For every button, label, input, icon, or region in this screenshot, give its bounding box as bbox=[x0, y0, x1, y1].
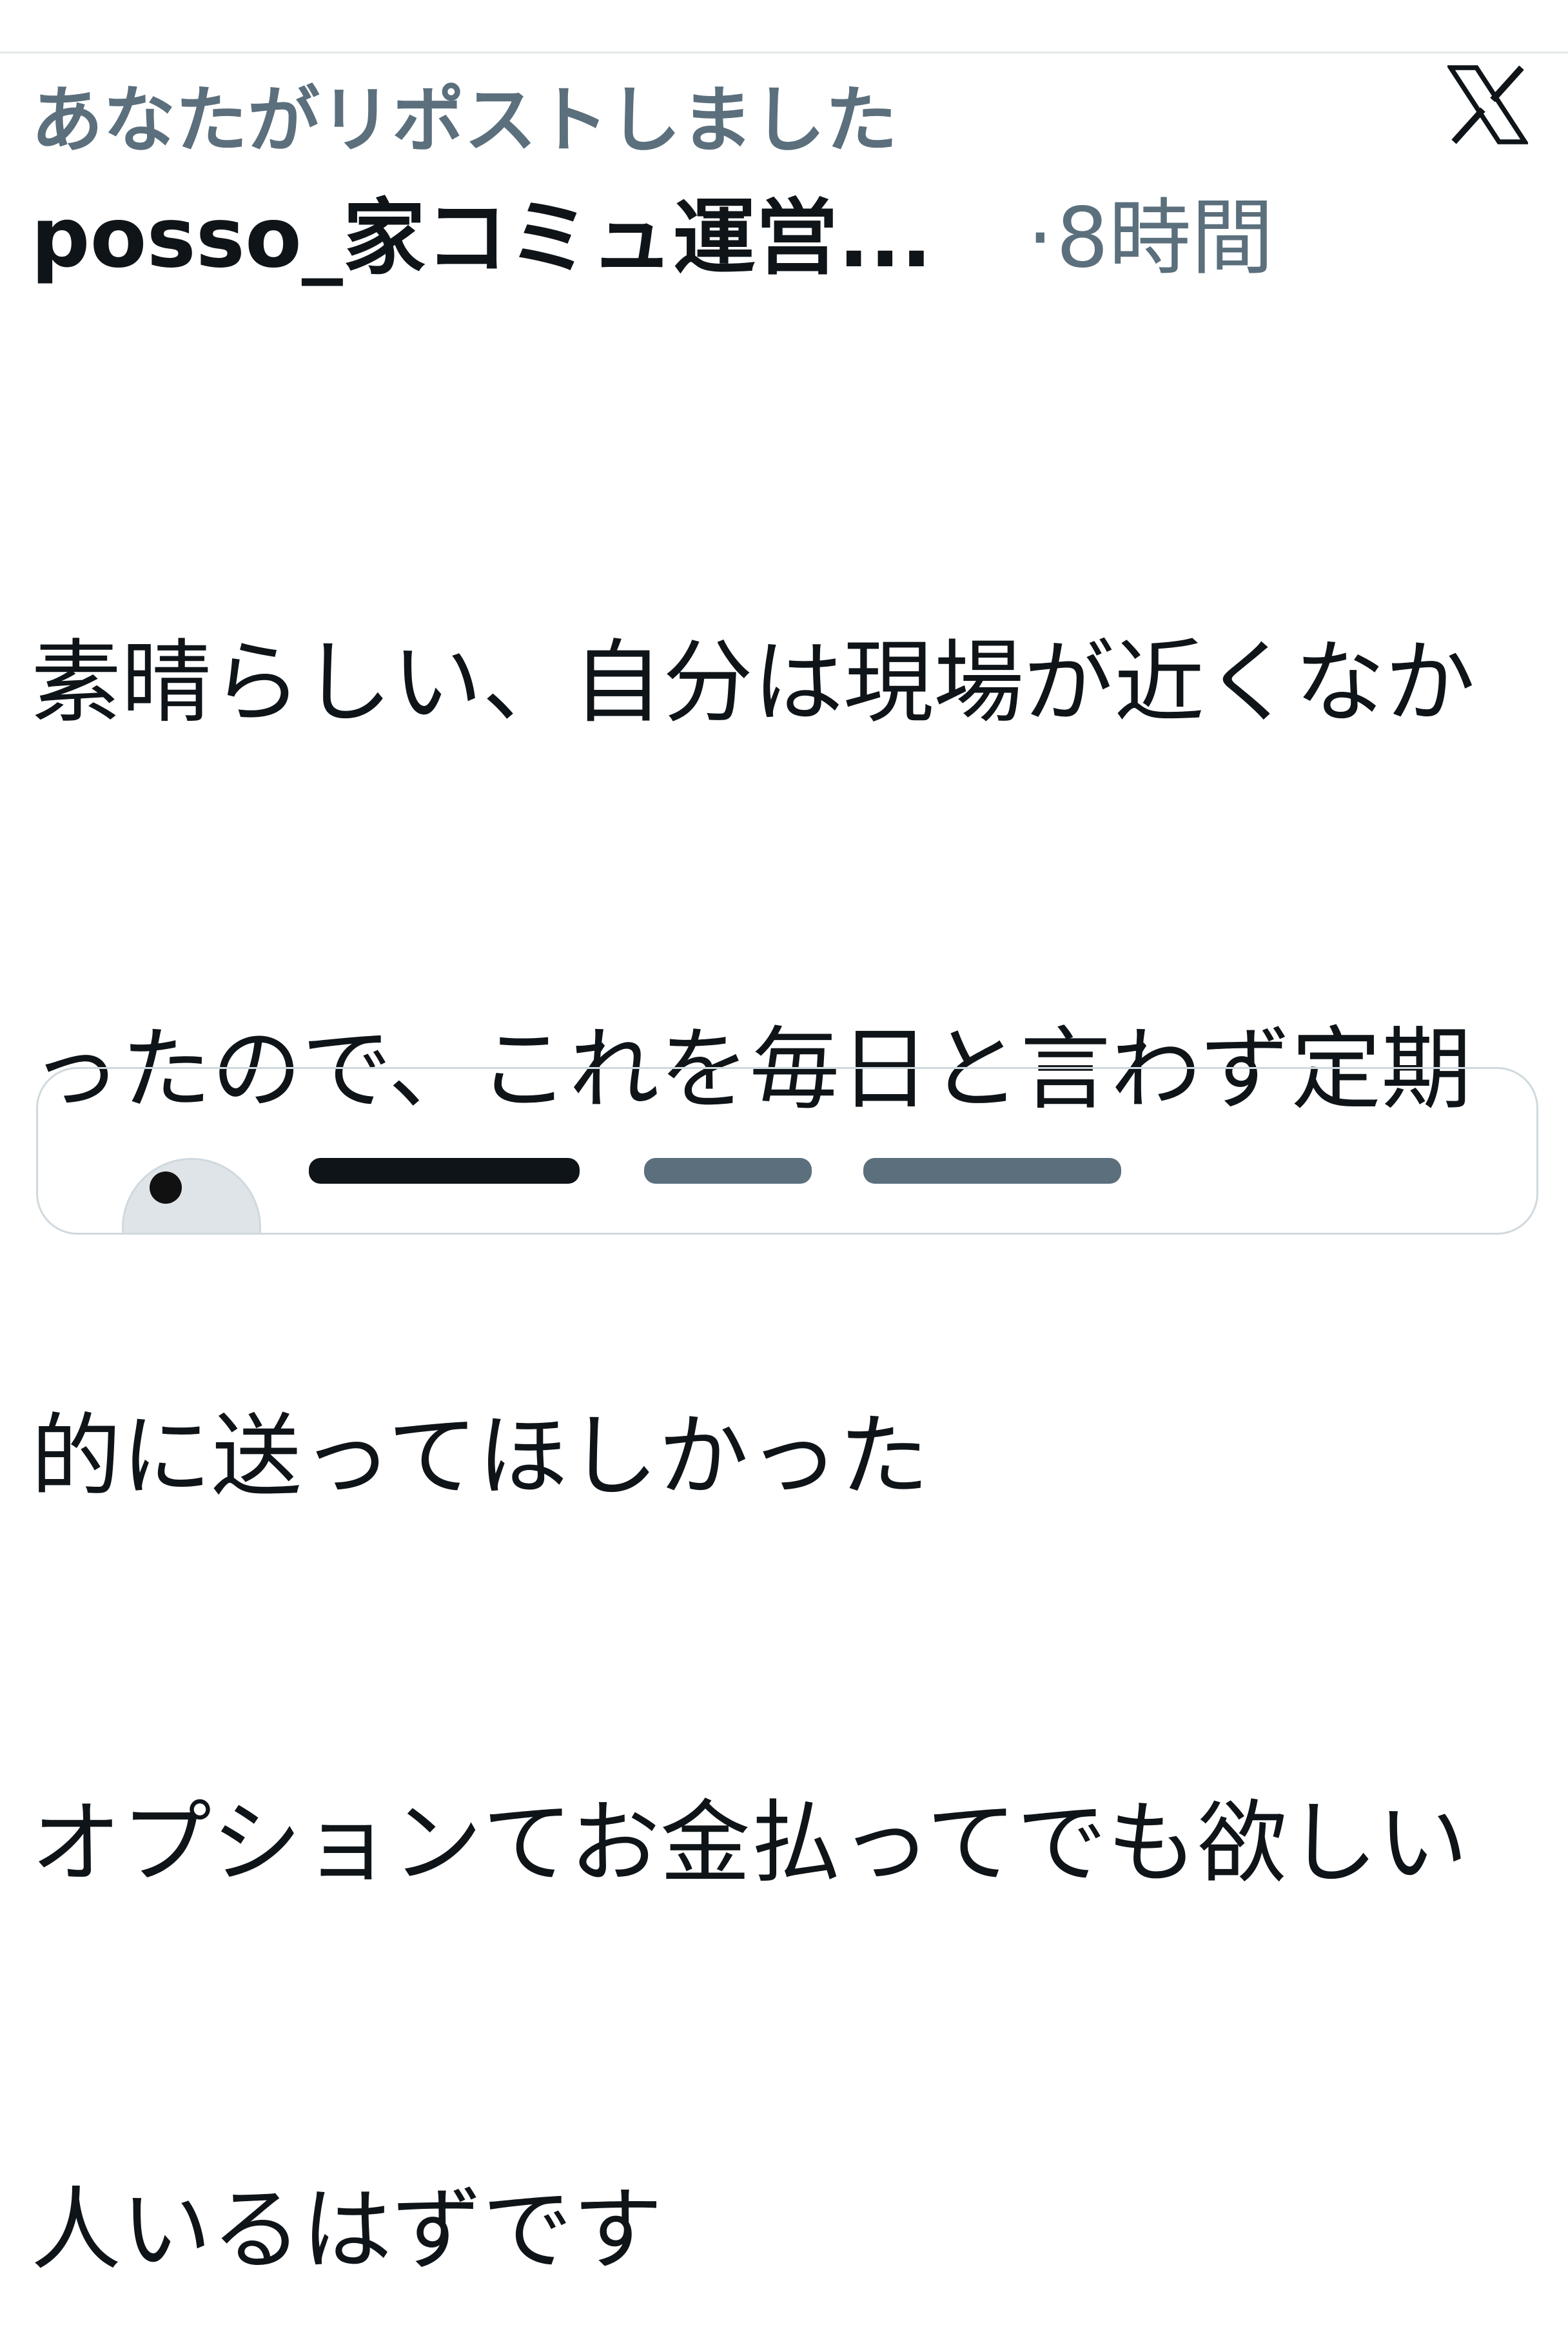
post-body-line: 的に送ってほしかった bbox=[31, 1404, 930, 1509]
quoted-post-card[interactable] bbox=[36, 1067, 1538, 1235]
quoted-date-cropped bbox=[863, 1158, 1121, 1184]
post-header: posso_家コミュ運営... · 8時間 bbox=[31, 184, 1540, 293]
header-separator: · bbox=[1027, 190, 1054, 286]
top-divider bbox=[0, 52, 1568, 54]
post-body-line: 素晴らしい、自分は現場が近くなか bbox=[31, 631, 1476, 736]
quoted-post-header-cropped bbox=[283, 1158, 1444, 1197]
post-timestamp[interactable]: 8時間 bbox=[1056, 184, 1273, 293]
quoted-handle-cropped bbox=[644, 1158, 812, 1184]
post-body-line: オプションてお金払ってでも欲しい bbox=[31, 1791, 1468, 1896]
post-body-line: 人いるはずです bbox=[31, 2178, 663, 2283]
repost-context-label: あなたがリポストしました bbox=[31, 79, 897, 162]
post-body: 素晴らしい、自分は現場が近くなか ったので、これを毎日と言わず定期 的に送ってほ… bbox=[31, 361, 1540, 2352]
avatar-figure bbox=[150, 1171, 182, 1204]
author-name[interactable]: posso_家コミュ運営... bbox=[31, 184, 932, 293]
avatar[interactable] bbox=[122, 1158, 261, 1233]
x-logo-icon bbox=[1447, 65, 1528, 144]
quoted-author-name-cropped bbox=[309, 1158, 580, 1184]
